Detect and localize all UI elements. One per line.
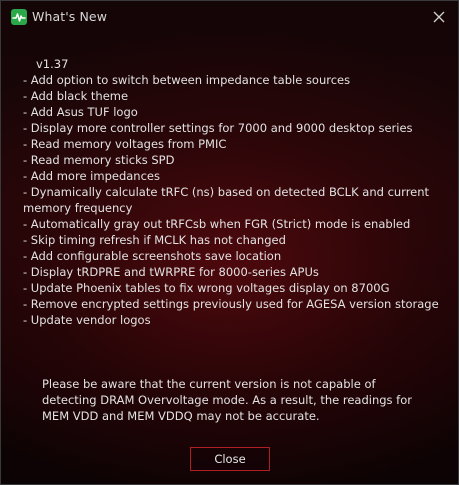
change-item: - Display tRDPRE and tWRPRE for 8000-ser… [23,265,319,279]
change-item: - Skip timing refresh if MCLK has not ch… [23,233,286,247]
change-item: - Update vendor logos [23,313,151,327]
close-button[interactable]: Close [190,447,270,471]
window-title: What's New [32,9,108,24]
change-item: - Automatically gray out tRFCsb when FGR… [23,217,411,231]
change-item: - Display more controller settings for 7… [23,121,413,135]
version-label: v1.37 [36,57,69,71]
change-item: - Read memory voltages from PMIC [23,137,227,151]
close-icon[interactable] [432,10,446,24]
change-item: - Remove encrypted settings previously u… [23,297,439,311]
changelog: v1.37 - Add option to switch between imp… [23,56,443,328]
pulse-icon [11,9,27,25]
change-item: - Add black theme [23,89,129,103]
change-item: - Add more impedances [23,169,160,183]
overvoltage-notice: Please be aware that the current version… [42,377,412,423]
change-list: - Add option to switch between impedance… [23,72,443,328]
change-item: - Read memory sticks SPD [23,153,175,167]
change-item: - Add configurable screenshots save loca… [23,249,282,263]
whats-new-dialog: What's New v1.37 - Add option to switch … [0,0,459,485]
change-item: - Add Asus TUF logo [23,105,138,119]
change-item: - Add option to switch between impedance… [23,73,351,87]
title-bar[interactable]: What's New [1,1,458,33]
change-item: - Dynamically calculate tRFC (ns) based … [23,185,430,215]
change-item: - Update Phoenix tables to fix wrong vol… [23,281,390,295]
